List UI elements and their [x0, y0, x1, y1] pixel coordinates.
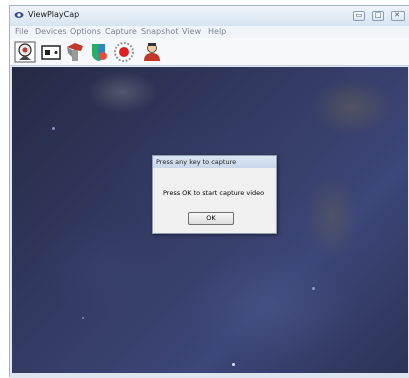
menu-capture[interactable]: Capture — [105, 27, 137, 36]
video-speck — [232, 363, 235, 366]
camera-capture-icon[interactable] — [64, 41, 86, 63]
video-speck — [52, 127, 55, 130]
menu-bar: File Devices Options Capture Snapshot Vi… — [10, 26, 409, 38]
status-bar — [10, 373, 409, 378]
window-title: ViewPlayCap — [28, 10, 80, 19]
record-icon[interactable] — [113, 41, 135, 63]
close-icon: ✕ — [394, 11, 400, 19]
shield-settings-icon[interactable] — [88, 41, 110, 63]
dialog-title: Press any key to capture — [156, 158, 237, 166]
video-speck — [312, 287, 315, 290]
user-icon[interactable] — [141, 41, 163, 63]
maximize-button[interactable]: □ — [372, 11, 384, 21]
menu-view[interactable]: View — [182, 27, 201, 36]
app-eye-icon — [14, 12, 24, 18]
close-button[interactable]: ✕ — [391, 11, 405, 21]
minimize-button[interactable]: ▭ — [353, 11, 365, 21]
capture-dialog: Press any key to capture Press OK to sta… — [152, 155, 277, 234]
toolbar — [10, 38, 409, 66]
video-display-icon[interactable] — [40, 41, 62, 63]
menu-file[interactable]: File — [15, 27, 28, 36]
dialog-title-bar[interactable]: Press any key to capture — [153, 156, 276, 168]
maximize-icon: □ — [374, 11, 382, 19]
menu-devices[interactable]: Devices — [35, 27, 67, 36]
webcam-icon[interactable] — [14, 41, 36, 63]
title-bar[interactable]: ViewPlayCap ▭ □ ✕ — [10, 6, 409, 26]
menu-help[interactable]: Help — [208, 27, 226, 36]
minimize-icon: ▭ — [355, 11, 363, 19]
dialog-message: Press OK to start capture video — [163, 189, 265, 197]
ok-button[interactable]: OK — [188, 212, 234, 225]
menu-snapshot[interactable]: Snapshot — [141, 27, 178, 36]
video-speck — [82, 317, 84, 319]
menu-options[interactable]: Options — [70, 27, 101, 36]
